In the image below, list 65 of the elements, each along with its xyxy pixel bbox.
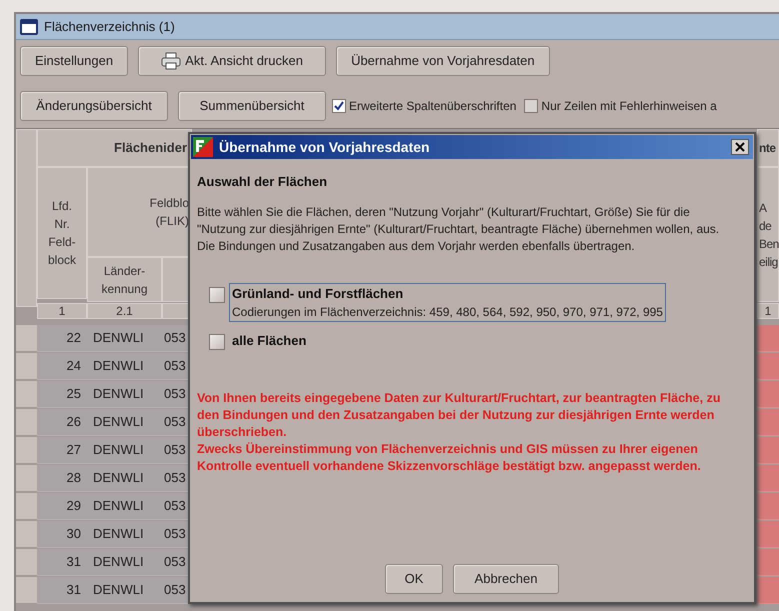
column-group-header: Flächenider: [37, 129, 192, 167]
column-header: Lfd. Nr. Feld- block: [37, 167, 87, 299]
table-cell: DENWLI: [87, 493, 162, 520]
toolbar-button[interactable]: Summenübersicht: [178, 91, 326, 121]
logo-icon: [193, 137, 213, 157]
table-cell: 26: [37, 409, 87, 436]
table-cell: DENWLI: [87, 521, 162, 548]
table-cell: DENWLI: [87, 577, 162, 604]
table-cell: [757, 577, 779, 604]
table-cell: DENWLI: [87, 409, 162, 436]
table-cell: 31: [37, 549, 87, 576]
table-cell: [757, 381, 779, 408]
toolbar-button[interactable]: Einstellungen: [20, 46, 128, 76]
toolbar-button[interactable]: Änderungsübersicht: [20, 91, 168, 121]
column-header: A de Ben eilig: [757, 167, 779, 302]
close-button[interactable]: [731, 139, 749, 155]
column-header: Länder- kennung: [87, 257, 162, 302]
window-title: Flächenverzeichnis (1): [44, 18, 175, 36]
checkbox-label: Nur Zeilen mit Fehlerhinweisen a: [541, 98, 717, 115]
printer-icon: [161, 52, 182, 70]
warning-text: Von Ihnen bereits eingegebene Daten zur Kulturart/Fruchtart, zur beantragten Fläche, zu den Bindungen und den Zusatzangaben bei der Nutzung zur diesjährigen Ernte werden überschrieben.: [197, 390, 722, 440]
option-detail: Codierungen im Flächenverzeichnis: 459, 480, 564, 592, 950, 970, 971, 972, 995: [232, 304, 663, 321]
table-cell: 31: [37, 577, 87, 604]
cancel-button[interactable]: Abbrechen: [453, 564, 559, 594]
table-cell: [757, 465, 779, 492]
table-cell: 30: [37, 521, 87, 548]
table-cell: [757, 353, 779, 380]
column-group-header: nte: [757, 129, 779, 167]
window-icon: [20, 18, 38, 34]
table-cell: [757, 549, 779, 576]
table-cell: DENWLI: [87, 465, 162, 492]
print-button[interactable]: Akt. Ansicht drucken: [138, 46, 326, 76]
checkbox[interactable]: [209, 286, 225, 302]
dialog-title: Übernahme von Vorjahresdaten: [219, 138, 431, 157]
section-heading: Auswahl der Flächen: [197, 173, 328, 191]
column-number: 1: [757, 303, 779, 319]
column-number: 2.1: [87, 303, 162, 319]
checkbox[interactable]: [209, 334, 225, 350]
table-cell: 25: [37, 381, 87, 408]
table-cell: [757, 409, 779, 436]
table-cell: [757, 493, 779, 520]
table-cell: 28: [37, 465, 87, 492]
table-cell: 24: [37, 353, 87, 380]
ok-button[interactable]: OK: [385, 564, 443, 594]
column-number: 1: [37, 303, 87, 319]
table-cell: DENWLI: [87, 381, 162, 408]
close-icon: [735, 142, 745, 152]
warning-text: Zwecks Übereinstimmung von Flächenverzeichnis und GIS müssen zu Ihrer eigenen Kontrolle eventuell vorhandene Skizzenvorschläge bestätigt bzw. angepasst werden.: [197, 440, 702, 474]
table-cell: [757, 521, 779, 548]
option-label[interactable]: Grünland- und Forstflächen Codierungen im Flächenverzeichnis: 459, 480, 564, 592, 950, 970, 971, 972, 995: [229, 282, 666, 322]
table-cell: 22: [37, 325, 87, 352]
checkbox[interactable]: [332, 99, 346, 113]
table-cell: 29: [37, 493, 87, 520]
table-cell: DENWLI: [87, 549, 162, 576]
table-cell: DENWLI: [87, 325, 162, 352]
option-title: Grünland- und Forstflächen: [232, 284, 404, 302]
toolbar-button[interactable]: Übernahme von Vorjahresdaten: [336, 46, 550, 76]
table-cell: DENWLI: [87, 437, 162, 464]
table-cell: 27: [37, 437, 87, 464]
table-cell: [757, 437, 779, 464]
table-cell: [757, 325, 779, 352]
table-cell: DENWLI: [87, 353, 162, 380]
checkbox-label: Erweiterte Spaltenüberschriften: [349, 98, 516, 115]
checkbox[interactable]: [524, 99, 538, 113]
instruction-text: Bitte wählen Sie die Flächen, deren "Nutzung Vorjahr" (Kulturart/Fruchtart, Größe) Sie für die "Nutzung zur diesjährigen Ernte" (Kulturart/Fruchtart, beantragte Fläche) übernehmen wollen, aus. Die Bindungen und Zusatzangaben aus dem Vorjahr werden ebenfalls übertragen.: [197, 204, 720, 254]
